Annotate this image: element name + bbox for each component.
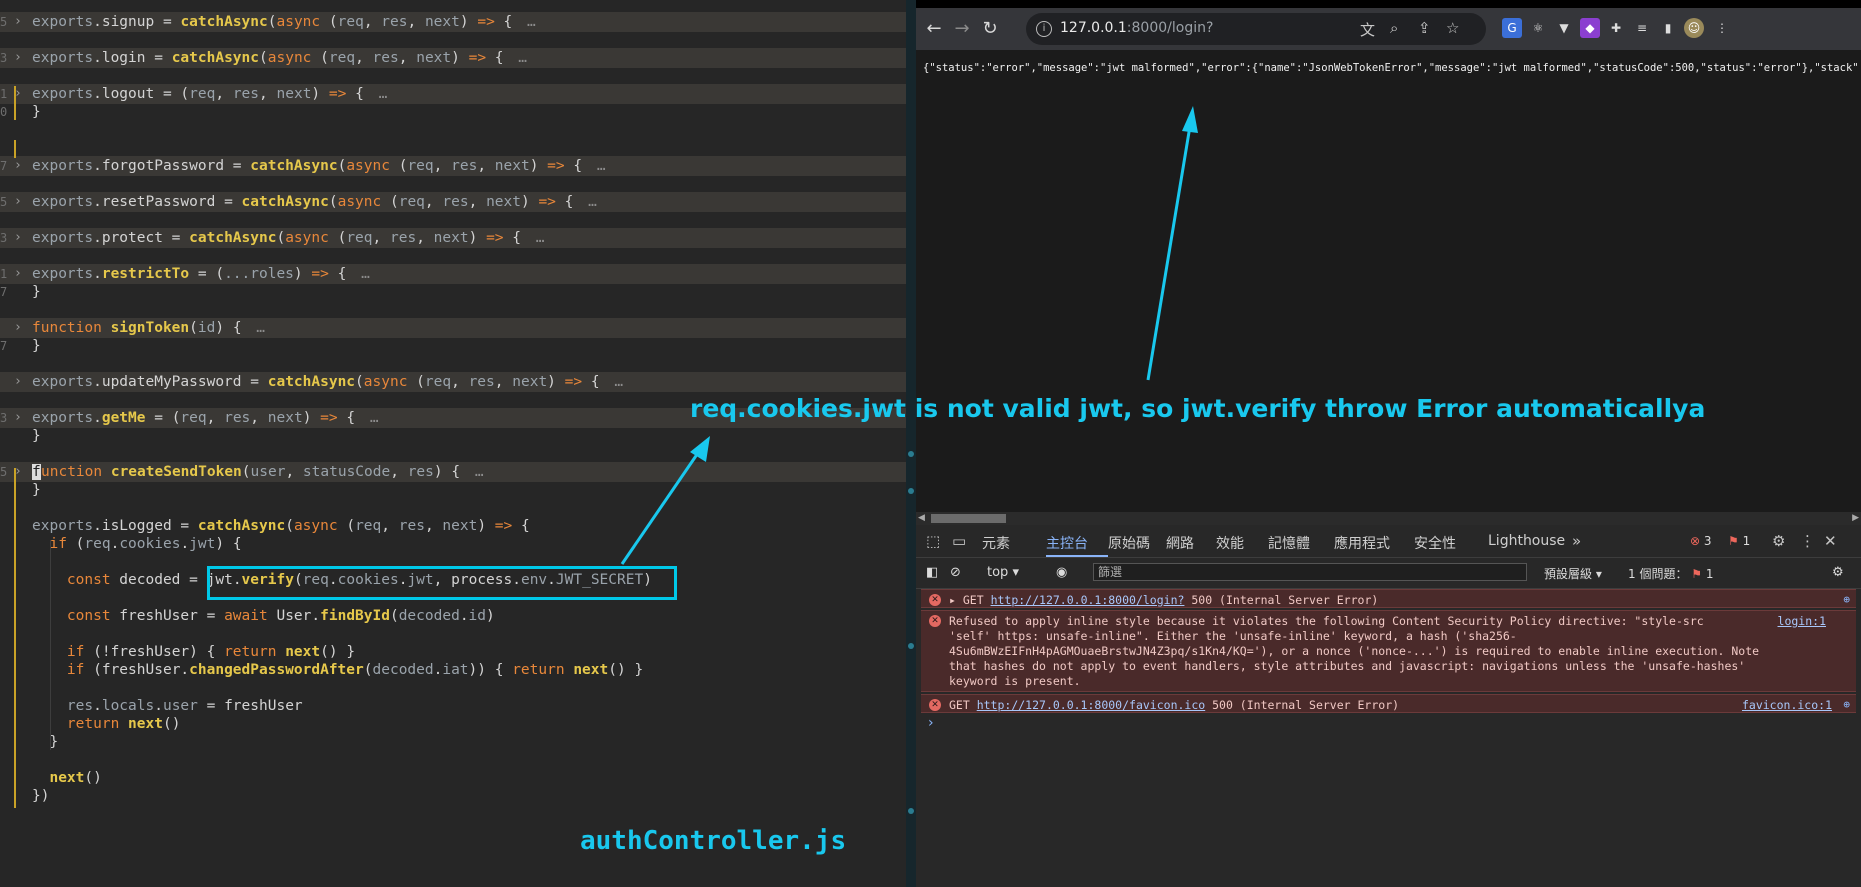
divider-handle[interactable] — [908, 808, 914, 814]
console-error-message[interactable]: ✕ Refused to apply inline style because … — [921, 610, 1856, 692]
tab-lighthouse[interactable]: Lighthouse — [1488, 533, 1565, 549]
back-icon[interactable]: ← — [922, 17, 946, 41]
devtools-menu-icon[interactable]: ⋮ — [1800, 532, 1815, 550]
context-selector[interactable]: top ▾ — [987, 565, 1019, 580]
tab-elements[interactable]: 元素 — [982, 533, 1010, 553]
console-message-text: GET http://127.0.0.1:8000/favicon.ico 50… — [949, 698, 1399, 713]
react-devtools-icon[interactable]: ⚛ — [1528, 18, 1548, 38]
console-prompt-icon[interactable]: › — [928, 715, 934, 731]
request-url-link[interactable]: http://127.0.0.1:8000/favicon.ico — [977, 698, 1205, 712]
clear-console-icon[interactable]: ⊘ — [950, 565, 961, 580]
tab-network[interactable]: 網路 — [1166, 533, 1194, 553]
device-toolbar-icon[interactable]: ▭ — [952, 532, 966, 550]
extension-purple-icon[interactable]: ◆ — [1580, 18, 1600, 38]
sidebar-toggle-icon[interactable]: ◧ — [926, 565, 938, 580]
reload-icon[interactable]: ↻ — [978, 17, 1002, 41]
log-levels-dropdown[interactable]: 預設層級 ▾ — [1544, 565, 1602, 582]
msg-prefix: GET — [949, 698, 977, 712]
log-levels-label: 預設層級 — [1544, 567, 1593, 581]
tab-memory[interactable]: 記憶體 — [1268, 533, 1310, 553]
tab-sources[interactable]: 原始碼 — [1108, 533, 1150, 553]
issues-badge: 1 — [1705, 567, 1714, 581]
more-tabs-icon[interactable]: » — [1572, 532, 1581, 550]
error-icon: ✕ — [929, 615, 941, 627]
error-icon: ✕ — [929, 699, 941, 711]
browser-window: ← → ↻ i 127.0.0.1:8000/login? 文 ⌕ ⇪ ☆ G … — [916, 0, 1861, 887]
tab-security[interactable]: 安全性 — [1414, 533, 1456, 553]
console-error-message[interactable]: ✕ GET http://127.0.0.1:8000/favicon.ico … — [921, 694, 1856, 713]
settings-gear-icon[interactable]: ⚙ — [1772, 532, 1785, 550]
code-editor[interactable]: 5 › exports.signup = catchAsync(async (req… — [0, 0, 906, 887]
console-filter-bar: ◧ ⊘ top ▾ ◉ 篩選 預設層級 ▾ 1 個問題： ⚑ 1 ⚙ — [916, 558, 1861, 589]
context-label: top — [987, 565, 1009, 580]
window-divider[interactable] — [906, 0, 916, 887]
extension-translate-icon[interactable]: G — [1502, 18, 1522, 38]
divider-handle[interactable] — [908, 451, 914, 457]
msg-prefix: GET — [962, 593, 991, 607]
console-filter-input[interactable]: 篩選 — [1093, 563, 1527, 581]
page-viewport: {"status":"error","message":"jwt malform… — [916, 50, 1861, 512]
share-icon[interactable]: ⇪ — [1418, 19, 1431, 37]
devtools-tabbar: ⬚ ▭ 元素 主控台 原始碼 網路 效能 記憶體 應用程式 安全性 Lighth… — [916, 525, 1861, 558]
url-path: :8000/login? — [1126, 20, 1214, 36]
error-count: 3 — [1703, 534, 1712, 548]
reading-list-icon[interactable]: ≡ — [1632, 18, 1652, 38]
browser-toolbar: ← → ↻ i 127.0.0.1:8000/login? 文 ⌕ ⇪ ☆ G … — [916, 8, 1861, 50]
url-text[interactable]: 127.0.0.1:8000/login? — [1060, 20, 1213, 36]
zoom-icon[interactable]: ⌕ — [1390, 19, 1398, 37]
translate-icon[interactable]: 文 — [1360, 19, 1375, 40]
issues-counter[interactable]: 1 個問題： ⚑ 1 — [1628, 565, 1714, 582]
console-message-text: ▸ GET http://127.0.0.1:8000/login? 500 (… — [949, 593, 1379, 607]
scroll-left-icon[interactable]: ◀ — [918, 512, 925, 525]
json-response: {"status":"error","message":"jwt malform… — [923, 62, 1861, 74]
csp-error-text: Refused to apply inline style because it… — [949, 614, 1760, 688]
issue-count-badge[interactable]: ⚑ 1 — [1728, 534, 1750, 548]
source-link[interactable]: favicon.ico:1 — [1742, 698, 1832, 712]
console-settings-icon[interactable]: ⚙ — [1832, 565, 1844, 580]
menu-kebab-icon[interactable]: ⋮ — [1712, 18, 1732, 38]
extensions-puzzle-icon[interactable]: ✚ — [1606, 18, 1626, 38]
address-bar[interactable]: i 127.0.0.1:8000/login? 文 ⌕ ⇪ ☆ — [1026, 13, 1486, 45]
bookmark-star-icon[interactable]: ☆ — [1446, 19, 1459, 37]
tab-strip — [916, 0, 1861, 8]
error-count-badge[interactable]: ⊗ 3 — [1690, 534, 1712, 548]
msg-suffix: 500 (Internal Server Error) — [1205, 698, 1400, 712]
devtools-panel: ⬚ ▭ 元素 主控台 原始碼 網路 效能 記憶體 應用程式 安全性 Lighth… — [916, 525, 1861, 887]
network-icon[interactable]: ⊕ — [1843, 593, 1850, 606]
issues-label: 1 個問題： — [1628, 567, 1688, 581]
request-url-link[interactable]: http://127.0.0.1:8000/login? — [991, 593, 1185, 607]
error-icon: ✕ — [929, 594, 941, 606]
scroll-right-icon[interactable]: ▶ — [1852, 512, 1859, 525]
forward-icon[interactable]: → — [950, 17, 974, 41]
side-panel-icon[interactable]: ▮ — [1658, 18, 1678, 38]
url-host: 127.0.0.1 — [1060, 20, 1127, 36]
annotation-arrow-left — [620, 436, 710, 565]
file-caption: authController.js — [580, 826, 847, 856]
network-icon[interactable]: ⊕ — [1843, 698, 1850, 711]
msg-suffix: 500 (Internal Server Error) — [1184, 593, 1379, 607]
inspect-element-icon[interactable]: ⬚ — [926, 532, 940, 550]
console-error-message[interactable]: ✕ ▸ GET http://127.0.0.1:8000/login? 500… — [921, 589, 1856, 608]
horizontal-scrollbar[interactable]: ◀ ▶ — [916, 512, 1861, 525]
live-expression-eye-icon[interactable]: ◉ — [1056, 565, 1067, 580]
issue-count: 1 — [1742, 534, 1751, 548]
tab-performance[interactable]: 效能 — [1216, 533, 1244, 553]
source-link[interactable]: login:1 — [1778, 614, 1826, 628]
site-info-icon[interactable]: i — [1036, 21, 1052, 37]
annotation-text: req.cookies.jwt is not valid jwt, so jwt… — [690, 394, 1706, 423]
tab-console[interactable]: 主控台 — [1046, 533, 1088, 553]
vue-devtools-icon[interactable]: ▼ — [1554, 18, 1574, 38]
active-tab-indicator — [1046, 555, 1108, 557]
divider-handle[interactable] — [908, 488, 914, 494]
divider-handle[interactable] — [908, 643, 914, 649]
scrollbar-thumb[interactable] — [931, 514, 1006, 523]
close-devtools-icon[interactable]: ✕ — [1824, 532, 1837, 550]
tab-application[interactable]: 應用程式 — [1334, 533, 1390, 553]
profile-avatar[interactable]: ☺ — [1684, 18, 1704, 38]
